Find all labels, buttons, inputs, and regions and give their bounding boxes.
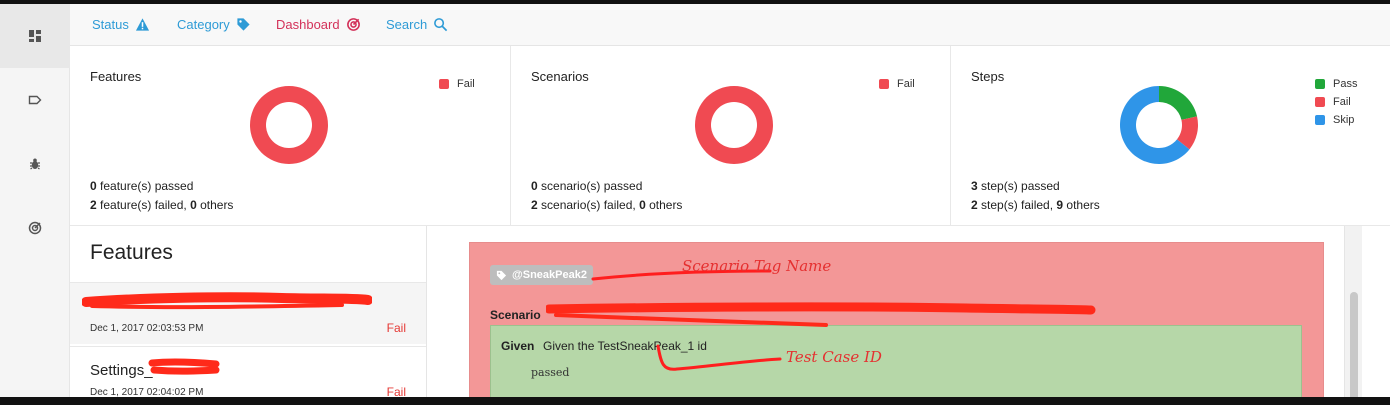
report-app: Status Category Dashboard Search Feature… (0, 4, 1390, 397)
warning-icon (135, 18, 149, 31)
top-nav: Status Category Dashboard Search (70, 4, 1390, 46)
card-title: Steps (971, 69, 1005, 84)
legend-label: Pass (1333, 78, 1358, 90)
target-icon (346, 18, 360, 31)
features-legend: Fail (439, 75, 475, 93)
step-card: Given Given the TestSneakPeak_1 id passe… (490, 325, 1302, 397)
scenario-card: @SneakPeak2 Scenario Given Given the Tes… (469, 242, 1324, 397)
fail-swatch (439, 79, 449, 89)
scenarios-card: Scenarios Fail 0 scenario(s) passed 2 sc… (511, 46, 951, 226)
legend-item: Fail (879, 75, 915, 93)
donut-slice-fail (695, 86, 773, 164)
features-list: Features Dec 1, 2017 02:03:53 PM Fail Se… (70, 226, 427, 397)
bug-icon (30, 158, 40, 170)
step-keyword: Given (501, 339, 535, 353)
annotation-tag-note: Scenario Tag Name (682, 257, 832, 275)
pass-swatch (1315, 79, 1325, 89)
scenarios-legend: Fail (879, 75, 915, 93)
scenarios-failed-stat: 2 scenario(s) failed, 0 others (531, 198, 683, 212)
skip-swatch (1315, 115, 1325, 125)
scenario-detail: @SneakPeak2 Scenario Given Given the Tes… (427, 226, 1390, 397)
features-list-heading: Features (90, 241, 173, 264)
nav-category-label: Category (177, 17, 230, 32)
annotation-id-note: Test Case ID (786, 348, 882, 366)
features-card: Features Fail 0 feature(s) passed 2 feat… (70, 46, 511, 226)
legend-item: Skip (1315, 111, 1357, 129)
nav-search-label: Search (386, 17, 428, 32)
rail-dashboard[interactable] (0, 4, 70, 68)
scrollbar-thumb[interactable] (1350, 292, 1358, 397)
steps-donut (1120, 86, 1198, 164)
donut-slice-fail (250, 86, 328, 164)
search-icon (434, 18, 448, 32)
side-rail (0, 4, 70, 397)
step-result: passed (531, 366, 570, 379)
nav-category[interactable]: Category (177, 17, 251, 32)
features-passed-stat: 0 feature(s) passed (90, 179, 194, 193)
nav-search[interactable]: Search (386, 17, 448, 32)
legend-label: Fail (897, 78, 915, 90)
fail-swatch (879, 79, 889, 89)
feature-name: Settings_ (90, 362, 153, 379)
scenario-keyword: Scenario (490, 308, 541, 322)
feature-list-item[interactable]: Settings_ Dec 1, 2017 02:04:02 PM Fail (70, 346, 426, 397)
feature-date: Dec 1, 2017 02:04:02 PM (90, 387, 204, 397)
scenario-tag[interactable]: @SneakPeak2 (490, 265, 593, 285)
feature-list-item[interactable]: Dec 1, 2017 02:03:53 PM Fail (70, 282, 426, 344)
tag-icon (496, 270, 507, 280)
legend-label: Fail (457, 78, 475, 90)
legend-item: Fail (439, 75, 475, 93)
scenarios-donut (695, 86, 773, 164)
tag-icon (237, 18, 250, 31)
legend-label: Fail (1333, 96, 1351, 108)
rail-label[interactable] (0, 68, 70, 132)
card-title: Features (90, 69, 142, 84)
features-failed-stat: 2 feature(s) failed, 0 others (90, 198, 234, 212)
feature-status: Fail (386, 321, 406, 335)
features-donut (250, 86, 328, 164)
rail-target[interactable] (0, 196, 70, 260)
card-title: Scenarios (531, 69, 589, 84)
label-icon (28, 95, 42, 105)
fail-swatch (1315, 97, 1325, 107)
legend-item: Pass (1315, 75, 1357, 93)
rail-bug[interactable] (0, 132, 70, 196)
steps-legend: Pass Fail Skip (1315, 75, 1357, 129)
nav-status-label: Status (92, 17, 129, 32)
step-text: Given the TestSneakPeak_1 id (543, 339, 707, 353)
target-icon (28, 221, 42, 235)
nav-status[interactable]: Status (92, 17, 150, 32)
donut-slice-pass (1159, 86, 1198, 120)
dashboard-icon (29, 30, 41, 42)
steps-card: Steps Pass Fail Skip 3 step(s) passed 2 … (951, 46, 1390, 226)
steps-failed-stat: 2 step(s) failed, 9 others (971, 198, 1100, 212)
steps-passed-stat: 3 step(s) passed (971, 179, 1060, 193)
feature-date: Dec 1, 2017 02:03:53 PM (90, 323, 204, 334)
detail-scrollbar[interactable] (1344, 226, 1362, 397)
legend-item: Fail (1315, 93, 1357, 111)
scenarios-passed-stat: 0 scenario(s) passed (531, 179, 643, 193)
nav-dashboard-label: Dashboard (276, 17, 340, 32)
scenario-tag-label: @SneakPeak2 (512, 269, 587, 281)
legend-label: Skip (1333, 114, 1355, 126)
nav-dashboard[interactable]: Dashboard (276, 17, 361, 32)
feature-status: Fail (386, 385, 406, 397)
